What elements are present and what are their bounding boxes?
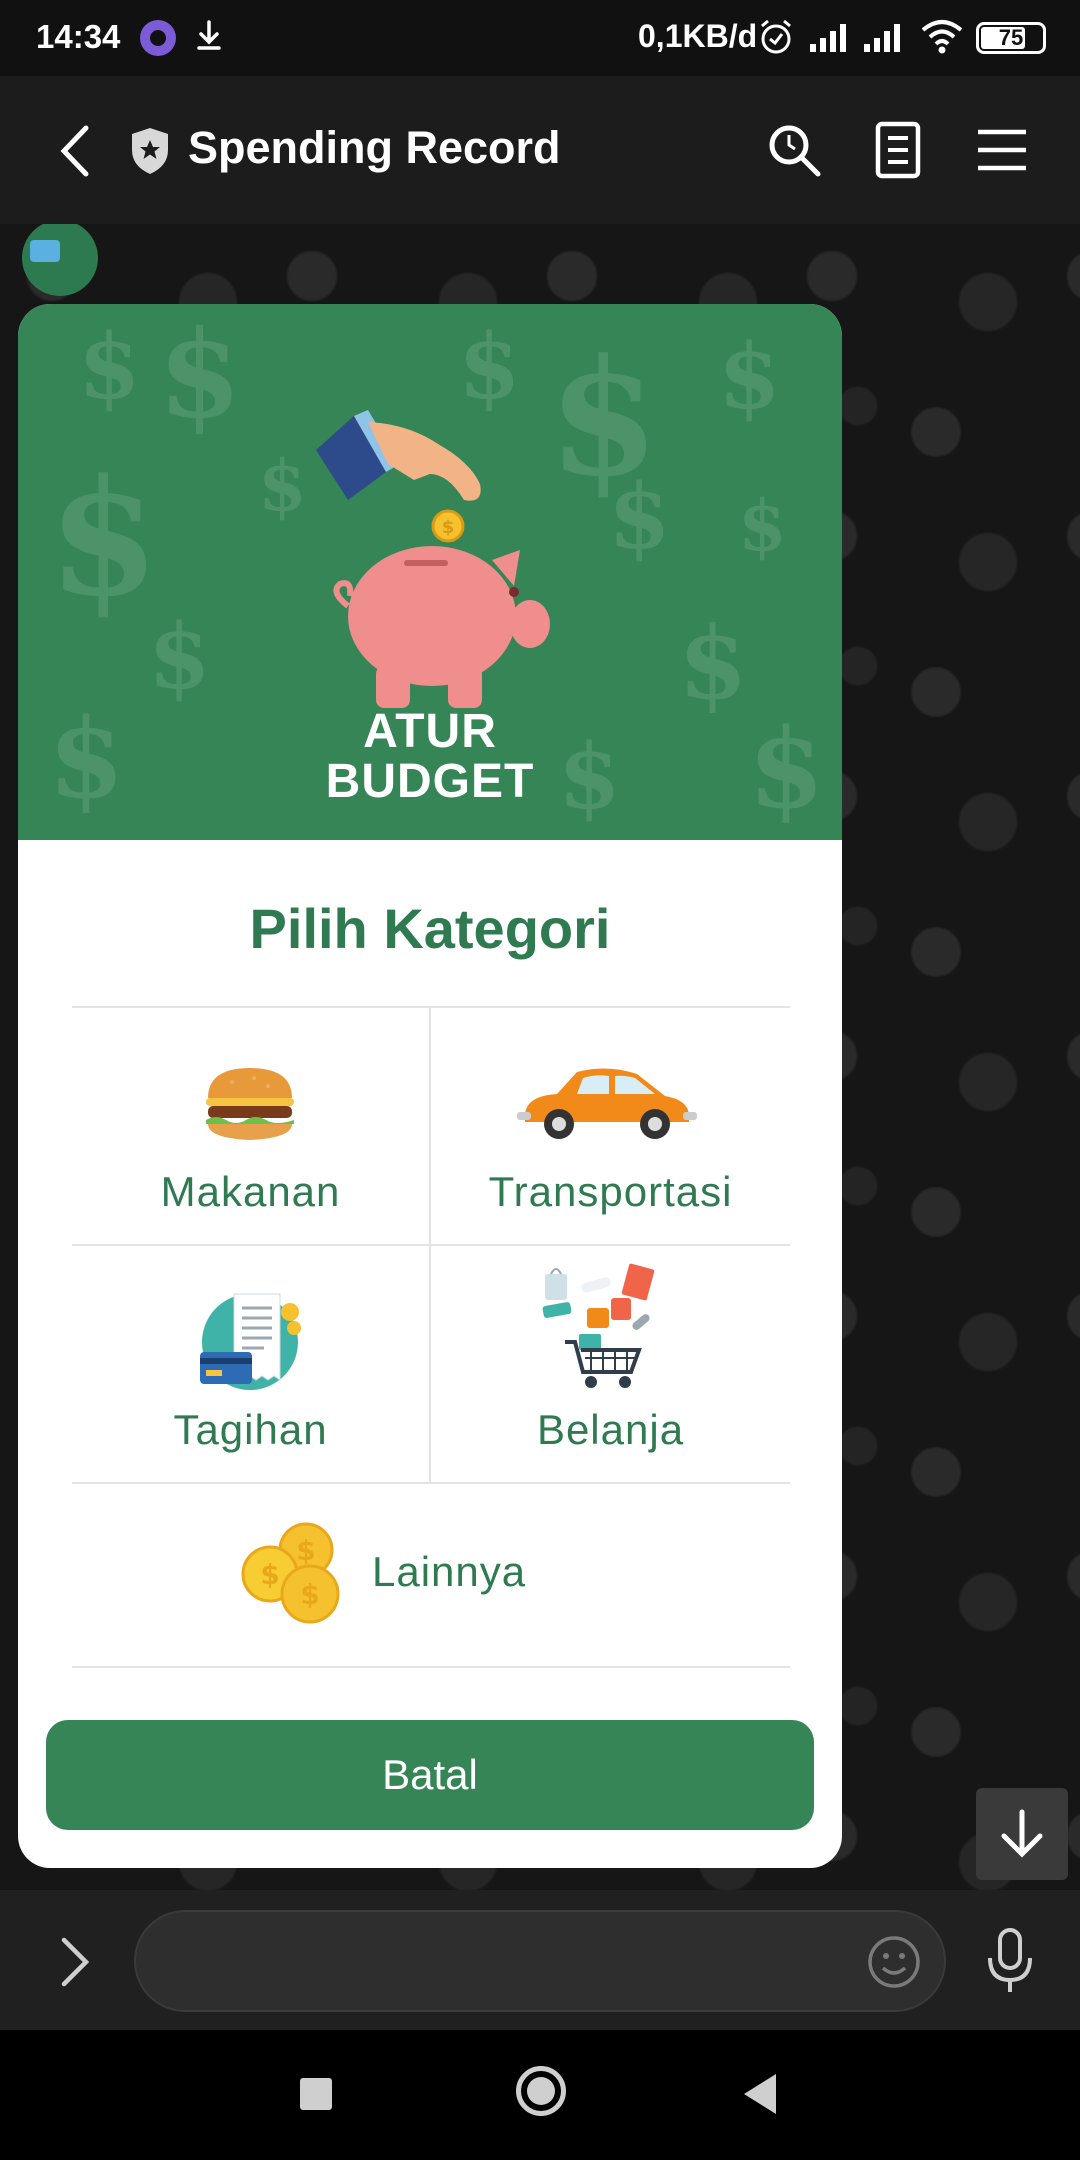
category-label: Makanan [160, 1168, 341, 1215]
car-icon [517, 1068, 697, 1139]
category-tagihan[interactable]: Tagihan [72, 1246, 429, 1482]
signal-icon-2 [864, 24, 900, 52]
banner-title-line-2: BUDGET [325, 755, 535, 808]
battery-indicator: 75 [976, 22, 1046, 54]
category-label: Transportasi [488, 1168, 733, 1215]
chevron-right-icon[interactable] [50, 1930, 100, 1994]
wifi-icon [921, 20, 963, 54]
recents-button[interactable] [300, 2078, 332, 2110]
download-icon [197, 20, 221, 50]
category-card: $ $ $ $ $ $ $ $ $ $ $ $ $ $ $ ATUR BUDGE… [18, 304, 842, 1868]
emoji-icon[interactable] [866, 1934, 922, 1990]
svg-text:$: $ [260, 1558, 279, 1591]
coins-icon: $ $ $ [241, 1522, 340, 1624]
network-speed: 0,1KB/d [638, 18, 758, 54]
message-input[interactable] [134, 1910, 946, 2012]
home-button[interactable] [516, 2066, 566, 2116]
system-navigation-bar [0, 2030, 1080, 2160]
app-notification-icon [140, 20, 176, 56]
battery-text: 75 [998, 25, 1024, 50]
cancel-button[interactable]: Batal [46, 1720, 814, 1830]
search-icon[interactable] [762, 118, 826, 182]
signal-icon [810, 24, 846, 52]
svg-text:$: $ [296, 1534, 315, 1567]
arrow-down-icon [1001, 1809, 1043, 1858]
category-label: Belanja [536, 1406, 685, 1453]
status-bar: 14:34 0,1KB/d 75 [0, 0, 1080, 76]
card-heading: Pilih Kategori [249, 897, 611, 960]
shield-star-icon [132, 128, 168, 174]
bill-icon [200, 1293, 301, 1390]
microphone-icon[interactable] [984, 1926, 1036, 1996]
scroll-to-bottom-button[interactable] [976, 1788, 1068, 1880]
status-time: 14:34 [36, 18, 121, 55]
app-bar: Spending Record [0, 76, 1080, 224]
chat-area[interactable]: $ $ $ $ $ $ $ $ $ $ $ $ $ $ $ ATUR BUDGE… [0, 224, 1080, 1890]
budget-banner: $ $ $ $ $ $ $ $ $ $ $ $ $ $ $ ATUR BUDGE… [18, 304, 842, 840]
shopping-cart-icon [542, 1263, 655, 1388]
divider [72, 1666, 790, 1668]
message-input-bar [0, 1890, 1080, 2030]
svg-text:$: $ [300, 1578, 319, 1611]
chat-title: Spending Record [188, 122, 561, 173]
bot-avatar[interactable] [22, 224, 98, 296]
alarm-icon [761, 19, 791, 54]
category-makanan[interactable]: Makanan [72, 1008, 429, 1244]
notes-icon[interactable] [866, 118, 930, 182]
category-belanja[interactable]: Belanja [431, 1246, 790, 1482]
svg-text:$: $ [442, 517, 455, 538]
category-label: Tagihan [173, 1406, 328, 1453]
category-label: Lainnya [372, 1548, 527, 1595]
back-icon[interactable] [48, 116, 108, 186]
category-lainnya[interactable]: $ $ $ Lainnya [72, 1484, 790, 1666]
banner-title-line-1: ATUR [363, 705, 497, 758]
system-back-button[interactable] [744, 2074, 776, 2114]
category-transportasi[interactable]: Transportasi [431, 1008, 790, 1244]
menu-icon[interactable] [970, 118, 1034, 182]
burger-icon [206, 1068, 294, 1140]
